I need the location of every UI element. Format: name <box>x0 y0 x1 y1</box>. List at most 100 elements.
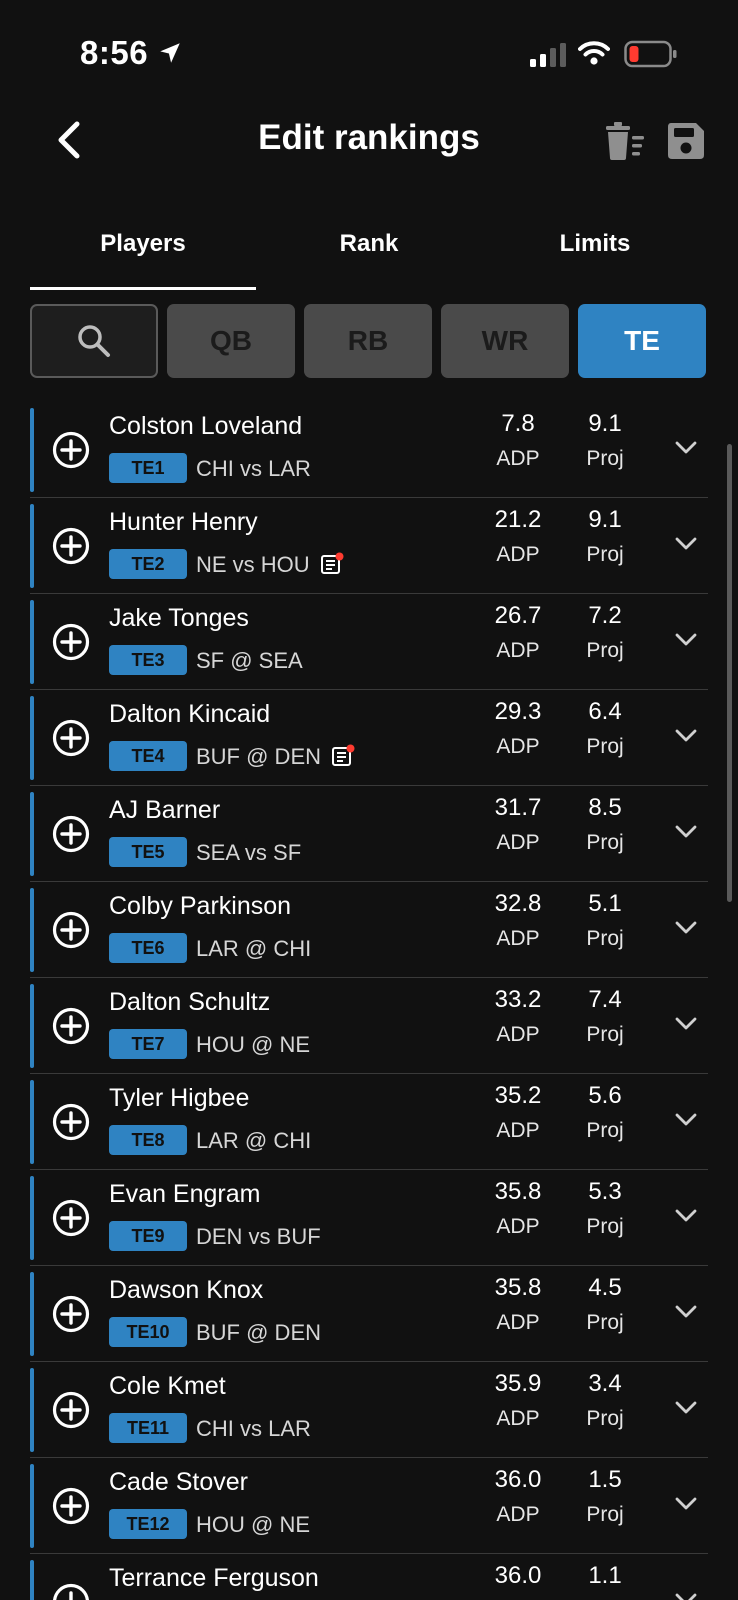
player-row[interactable]: Colby Parkinson TE6 LAR @ CHI 32.8 ADP 5… <box>0 882 738 978</box>
tab-players[interactable]: Players <box>30 210 256 290</box>
proj-value: 3.4 <box>588 1370 622 1397</box>
adp-value: 29.3 <box>494 698 542 725</box>
adp-label: ADP <box>496 543 540 566</box>
matchup-text: BUF @ DEN <box>196 744 322 769</box>
player-row[interactable]: Tyler Higbee TE8 LAR @ CHI 35.2 ADP 5.6 … <box>0 1074 738 1170</box>
adp-label: ADP <box>496 447 540 470</box>
add-player-icon[interactable] <box>52 1199 90 1237</box>
player-name: Cade Stover <box>109 1468 248 1496</box>
add-player-icon[interactable] <box>52 911 90 949</box>
rank-badge: TE8 <box>109 1125 187 1155</box>
add-player-icon[interactable] <box>52 719 90 757</box>
status-time: 8:56 <box>80 34 149 71</box>
header-bar: Edit rankings <box>0 100 738 190</box>
proj-value: 1.5 <box>588 1466 622 1493</box>
adp-label: ADP <box>496 1503 540 1526</box>
player-name: Evan Engram <box>109 1180 261 1208</box>
proj-value: 9.1 <box>588 506 622 533</box>
adp-label: ADP <box>496 1119 540 1142</box>
add-player-icon[interactable] <box>52 1007 90 1045</box>
chevron-down-icon[interactable] <box>673 1202 699 1228</box>
tab-bar: Players Rank Limits <box>30 210 708 290</box>
location-arrow-icon <box>160 43 180 63</box>
adp-label: ADP <box>496 639 540 662</box>
player-name: Tyler Higbee <box>109 1084 250 1112</box>
player-name: Colby Parkinson <box>109 892 292 920</box>
player-name: Terrance Ferguson <box>109 1564 319 1592</box>
status-bar: 8:56 <box>0 0 738 100</box>
player-row[interactable]: Colston Loveland TE1 CHI vs LAR 7.8 ADP … <box>0 402 738 498</box>
chevron-down-icon[interactable] <box>673 722 699 748</box>
player-row[interactable]: Hunter Henry TE2 NE vs HOU 21.2 ADP 9.1 … <box>0 498 738 594</box>
chevron-down-icon[interactable] <box>673 914 699 940</box>
matchup-text: CHI vs LAR <box>196 456 311 481</box>
filter-rb-button[interactable]: RB <box>304 304 432 378</box>
adp-value: 32.8 <box>494 890 542 917</box>
news-icon[interactable] <box>320 552 344 576</box>
player-row[interactable]: Dalton Schultz TE7 HOU @ NE 33.2 ADP 7.4… <box>0 978 738 1074</box>
player-name: Hunter Henry <box>109 508 258 536</box>
chevron-down-icon[interactable] <box>673 1298 699 1324</box>
chevron-down-icon[interactable] <box>673 626 699 652</box>
save-floppy-icon[interactable] <box>667 122 705 160</box>
chevron-down-icon[interactable] <box>673 818 699 844</box>
tab-limits[interactable]: Limits <box>482 210 708 290</box>
rank-badge: TE7 <box>109 1029 187 1059</box>
clear-list-icon[interactable] <box>604 122 646 162</box>
matchup-text: LAR @ CHI <box>196 936 312 961</box>
scrollbar[interactable] <box>727 444 732 902</box>
proj-label: Proj <box>586 639 624 662</box>
proj-label: Proj <box>586 1311 624 1334</box>
adp-label: ADP <box>496 1407 540 1430</box>
player-row[interactable]: Dalton Kincaid TE4 BUF @ DEN 29.3 ADP 6.… <box>0 690 738 786</box>
add-player-icon[interactable] <box>52 815 90 853</box>
filter-te-button[interactable]: TE <box>578 304 706 378</box>
add-player-icon[interactable] <box>52 1295 90 1333</box>
proj-value: 4.5 <box>588 1274 622 1301</box>
matchup-text: HOU @ NE <box>196 1512 311 1537</box>
chevron-down-icon[interactable] <box>673 1106 699 1132</box>
player-name: Cole Kmet <box>109 1372 226 1400</box>
rank-badge: TE11 <box>109 1413 187 1443</box>
chevron-down-icon[interactable] <box>673 530 699 556</box>
adp-label: ADP <box>496 735 540 758</box>
add-player-icon[interactable] <box>52 527 90 565</box>
filter-wr-button[interactable]: WR <box>441 304 569 378</box>
search-button[interactable] <box>30 304 158 378</box>
add-player-icon[interactable] <box>52 623 90 661</box>
proj-label: Proj <box>586 1503 624 1526</box>
proj-label: Proj <box>586 447 624 470</box>
news-icon[interactable] <box>331 744 355 768</box>
player-name: Colston Loveland <box>109 412 303 440</box>
add-player-icon[interactable] <box>52 431 90 469</box>
player-row[interactable]: Evan Engram TE9 DEN vs BUF 35.8 ADP 5.3 … <box>0 1170 738 1266</box>
add-player-icon[interactable] <box>52 1391 90 1429</box>
matchup-text: SF @ SEA <box>196 648 303 673</box>
player-name: Jake Tonges <box>109 604 249 632</box>
rank-badge: TE4 <box>109 741 187 771</box>
position-filter-bar: QB RB WR TE <box>30 304 710 380</box>
chevron-down-icon[interactable] <box>673 1586 699 1600</box>
proj-value: 5.3 <box>588 1178 622 1205</box>
player-row[interactable]: Cade Stover TE12 HOU @ NE 36.0 ADP 1.5 P… <box>0 1458 738 1554</box>
tab-rank[interactable]: Rank <box>256 210 482 290</box>
filter-qb-button[interactable]: QB <box>167 304 295 378</box>
proj-value: 5.1 <box>588 890 622 917</box>
chevron-down-icon[interactable] <box>673 1490 699 1516</box>
proj-label: Proj <box>586 831 624 854</box>
player-row[interactable]: AJ Barner TE5 SEA vs SF 31.7 ADP 8.5 Pro… <box>0 786 738 882</box>
player-name: AJ Barner <box>109 796 221 824</box>
chevron-down-icon[interactable] <box>673 1010 699 1036</box>
add-player-icon[interactable] <box>52 1103 90 1141</box>
player-row[interactable]: Jake Tonges TE3 SF @ SEA 26.7 ADP 7.2 Pr… <box>0 594 738 690</box>
player-row[interactable]: Dawson Knox TE10 BUF @ DEN 35.8 ADP 4.5 … <box>0 1266 738 1362</box>
player-row[interactable]: Cole Kmet TE11 CHI vs LAR 35.9 ADP 3.4 P… <box>0 1362 738 1458</box>
chevron-down-icon[interactable] <box>673 434 699 460</box>
chevron-down-icon[interactable] <box>673 1394 699 1420</box>
add-player-icon[interactable] <box>52 1487 90 1525</box>
adp-value: 36.0 <box>494 1466 542 1493</box>
battery-low-icon <box>624 40 677 68</box>
player-row[interactable]: Terrance Ferguson 36.0 ADP 1.1 Proj <box>0 1554 738 1600</box>
adp-label: ADP <box>496 927 540 950</box>
add-player-icon[interactable] <box>52 1583 90 1600</box>
